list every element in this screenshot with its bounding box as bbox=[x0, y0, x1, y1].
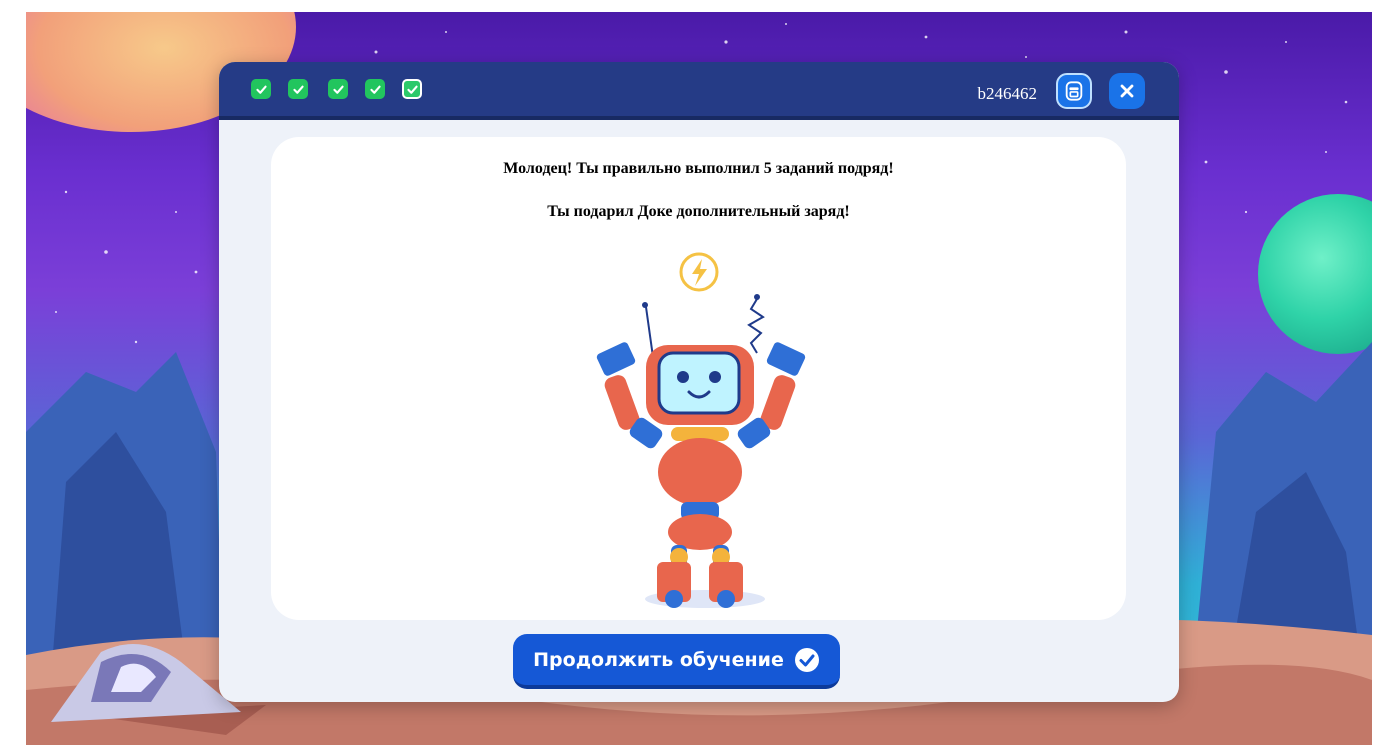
close-button[interactable] bbox=[1109, 73, 1145, 109]
continue-learning-button[interactable]: Продолжить обучение bbox=[513, 634, 840, 689]
progress-check-3 bbox=[328, 79, 348, 99]
reward-message: Ты подарил Доке дополнительный заряд! bbox=[547, 203, 850, 220]
progress-check-2 bbox=[288, 79, 308, 99]
dialog-header: b246462 bbox=[219, 62, 1179, 120]
continue-label: Продолжить обучение bbox=[533, 648, 784, 671]
progress-check-1 bbox=[251, 79, 271, 99]
print-button[interactable] bbox=[1056, 73, 1092, 109]
content-card: Молодец! Ты правильно выполнил 5 заданий… bbox=[271, 137, 1126, 620]
task-result-dialog: b246462 Молодец! Ты правильно выполнил 5… bbox=[219, 62, 1179, 702]
success-message: Молодец! Ты правильно выполнил 5 заданий… bbox=[503, 160, 894, 177]
progress-check-5-current bbox=[402, 79, 422, 99]
checkmark-icon bbox=[369, 85, 381, 94]
checkmark-icon bbox=[292, 85, 304, 94]
robot-illustration bbox=[596, 252, 806, 608]
printer-icon bbox=[1065, 81, 1083, 101]
check-circle-icon bbox=[794, 647, 819, 672]
checkmark-icon bbox=[406, 85, 418, 94]
lightning-icon bbox=[679, 252, 719, 292]
checkmark-icon bbox=[255, 85, 267, 94]
checkmark-icon bbox=[332, 85, 344, 94]
task-id: b246462 bbox=[977, 84, 1038, 103]
close-icon bbox=[1120, 84, 1134, 98]
progress-check-4 bbox=[365, 79, 385, 99]
